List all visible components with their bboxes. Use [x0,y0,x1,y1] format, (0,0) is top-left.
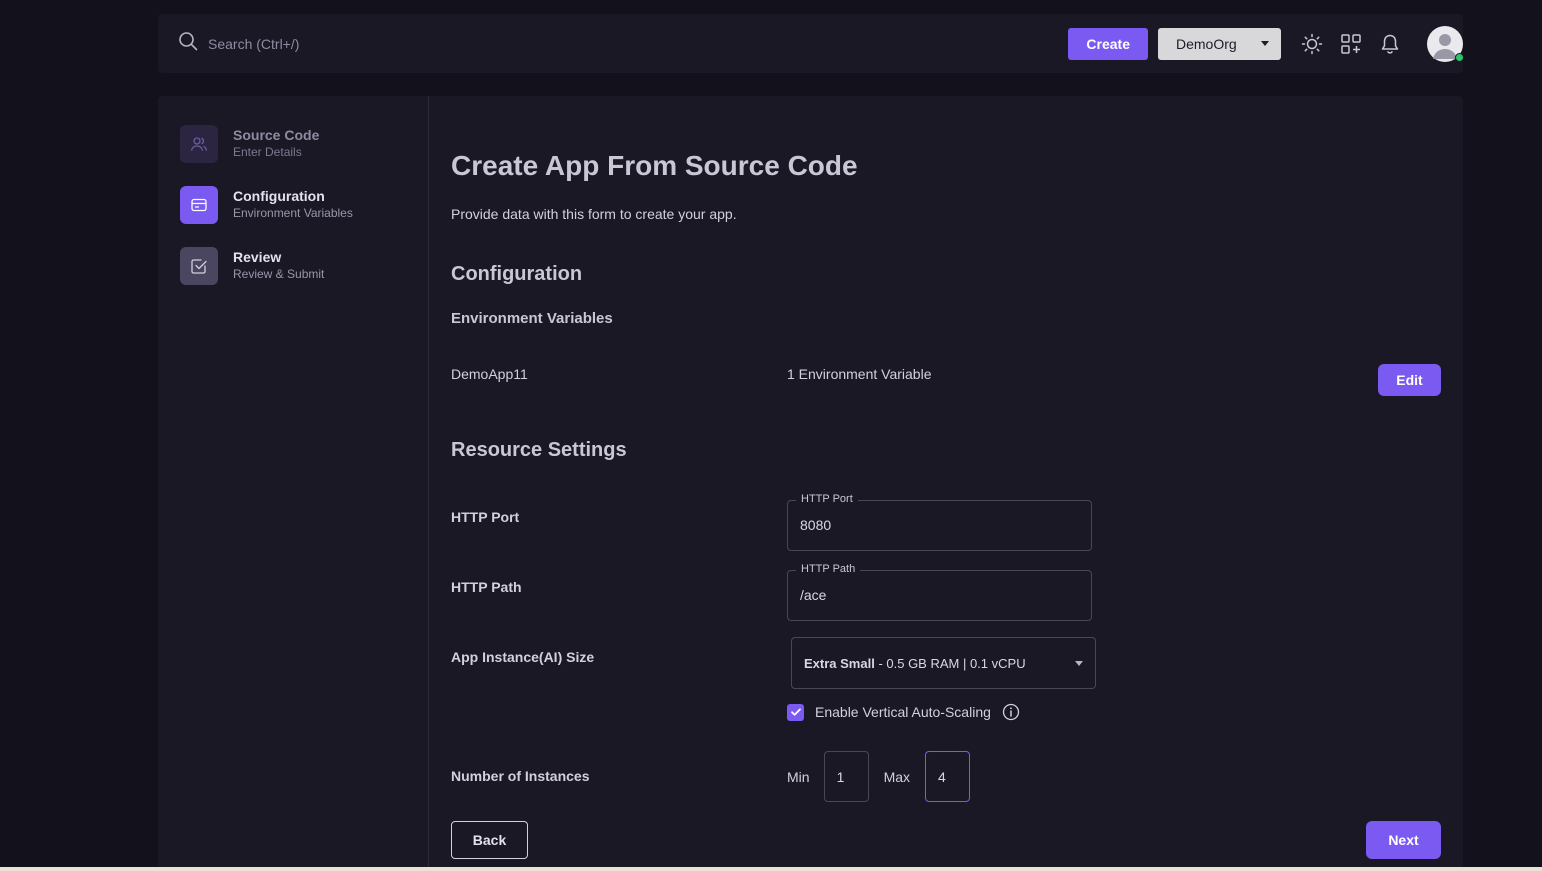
step-title: Review [233,249,282,265]
org-selector[interactable]: DemoOrg [1158,27,1281,60]
avatar[interactable] [1427,25,1464,62]
instance-size-detail: - 0.5 GB RAM | 0.1 vCPU [874,655,1026,671]
info-icon[interactable] [1002,703,1020,721]
http-path-input[interactable] [800,587,1080,603]
card-icon [180,186,218,224]
form-content: Create App From Source Code Provide data… [451,96,1441,871]
autoscaling-checkbox[interactable] [787,703,804,721]
instance-size-value: Extra Small - 0.5 GB RAM | 0.1 vCPU [804,656,1026,671]
page-title: Create App From Source Code [451,150,858,181]
chevron-down-icon [1261,41,1269,46]
search-bar[interactable] [178,31,1068,56]
next-button[interactable]: Next [1366,821,1441,859]
step-source-code[interactable]: Source Code Enter Details [180,125,319,163]
autoscaling-option: Enable Vertical Auto-Scaling [787,703,1020,721]
search-input[interactable] [208,35,508,52]
http-port-label: HTTP Port [451,509,520,525]
chevron-down-icon [1075,660,1083,666]
instances-label: Number of Instances [451,768,590,784]
edit-env-button[interactable]: Edit [1378,364,1441,396]
min-instances-input[interactable] [836,768,861,785]
page-description: Provide data with this form to create yo… [451,206,737,222]
back-button[interactable]: Back [451,821,528,859]
configuration-heading: Configuration [451,263,583,285]
instance-size-label: App Instance(AI) Size [451,649,595,665]
main-panel: Source Code Enter Details Configuration … [158,96,1463,871]
org-name: DemoOrg [1176,35,1237,52]
resource-settings-heading: Resource Settings [451,439,627,461]
online-status-dot [1455,52,1464,62]
window-bottom-edge [0,867,1542,871]
min-label: Min [787,768,810,785]
max-instances-input[interactable] [938,768,963,785]
http-port-legend: HTTP Port [796,493,858,505]
step-subtitle: Environment Variables [233,206,353,220]
step-subtitle: Review & Submit [233,267,325,281]
step-subtitle: Enter Details [233,145,302,159]
step-title: Configuration [233,188,325,204]
instances-range: Min Max [787,751,971,802]
users-icon [180,125,218,163]
sun-icon[interactable] [1301,33,1323,55]
max-label: Max [883,768,911,785]
http-path-legend: HTTP Path [796,563,861,575]
step-review[interactable]: Review Review & Submit [180,247,324,285]
http-port-input[interactable] [800,517,1080,533]
instance-size-name: Extra Small [804,655,875,671]
http-path-field[interactable]: HTTP Path [787,563,1092,621]
http-path-label: HTTP Path [451,579,522,595]
env-variable-count: 1 Environment Variable [787,366,932,382]
create-button[interactable]: Create [1068,27,1148,60]
sidebar-divider [428,96,429,871]
autoscaling-label: Enable Vertical Auto-Scaling [815,704,991,720]
top-bar: Create DemoOrg [158,14,1464,73]
step-configuration[interactable]: Configuration Environment Variables [180,186,353,224]
check-square-icon [180,247,218,285]
min-instances-field[interactable] [823,751,869,802]
env-variables-heading: Environment Variables [451,310,613,327]
search-icon [178,31,198,56]
max-instances-field[interactable] [925,751,971,802]
http-port-field[interactable]: HTTP Port [787,493,1092,551]
app-name: DemoApp11 [451,366,528,382]
step-title: Source Code [233,127,320,143]
apps-grid-icon[interactable] [1340,33,1362,55]
checkmark-icon [790,708,801,716]
instance-size-select[interactable]: Extra Small - 0.5 GB RAM | 0.1 vCPU [791,637,1096,689]
bell-icon[interactable] [1379,33,1401,55]
